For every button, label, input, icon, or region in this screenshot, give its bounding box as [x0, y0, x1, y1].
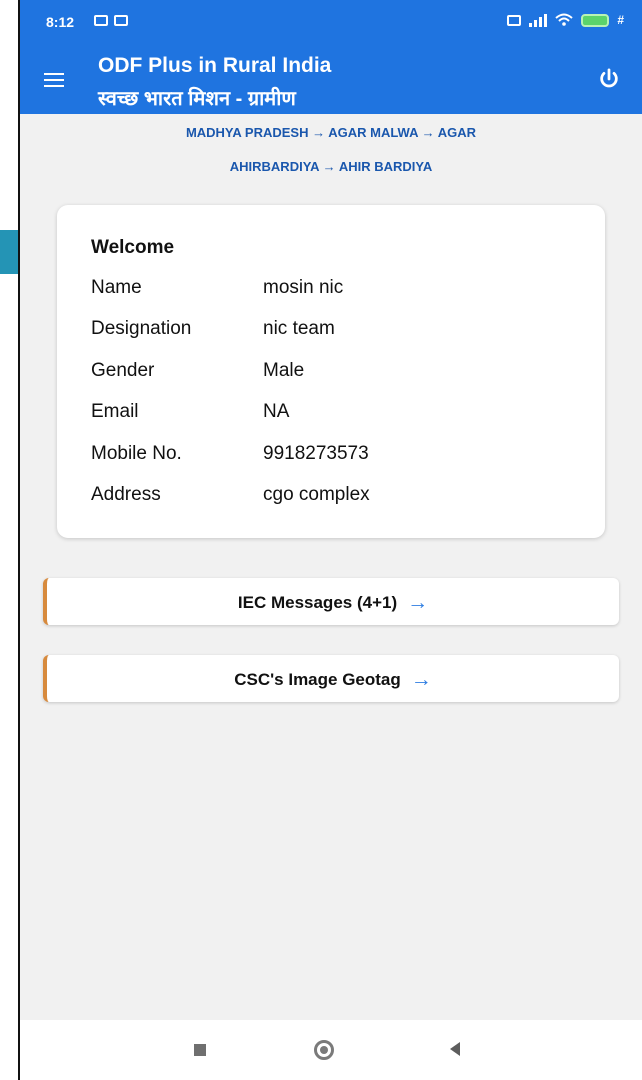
welcome-heading: Welcome — [91, 237, 175, 258]
arrow-right-icon: → — [407, 591, 429, 614]
status-bar: 8:12 # — [20, 0, 642, 44]
home-icon[interactable] — [314, 1040, 334, 1060]
profile-value: Male — [263, 360, 305, 381]
left-edge-strip — [0, 0, 18, 1080]
status-right-icons: # — [507, 13, 624, 27]
profile-label: Name — [91, 277, 142, 298]
profile-row-mobile: Mobile No. 9918273573 — [91, 443, 561, 483]
charging-icon: # — [617, 13, 624, 27]
profile-row-gender: Gender Male — [91, 360, 561, 400]
app-title: ODF Plus in Rural India — [98, 54, 332, 77]
sim-icon — [507, 14, 522, 26]
power-icon[interactable] — [598, 68, 620, 90]
profile-label: Address — [91, 484, 161, 505]
profile-label: Email — [91, 401, 139, 422]
recent-apps-icon[interactable] — [194, 1044, 206, 1056]
csc-image-geotag-button[interactable]: CSC's Image Geotag → — [43, 655, 619, 702]
profile-row-email: Email NA — [91, 401, 561, 441]
breadcrumb-line-2: AHIRBARDIYA → AHIR BARDIYA — [229, 159, 433, 174]
location-breadcrumb: MADHYA PRADESH → AGAR MALWA → AGAR AHIRB… — [20, 116, 642, 184]
profile-label: Mobile No. — [91, 443, 182, 464]
iec-messages-button[interactable]: IEC Messages (4+1) → — [43, 578, 619, 625]
status-time: 8:12 — [46, 14, 75, 30]
profile-label: Designation — [91, 318, 192, 339]
android-navigation-bar — [20, 1020, 642, 1080]
status-notification-icons — [94, 15, 128, 26]
profile-value: cgo complex — [263, 484, 370, 505]
wifi-icon — [555, 13, 573, 26]
calendar-icon — [94, 15, 108, 26]
profile-value: NA — [263, 401, 290, 422]
profile-label: Gender — [91, 360, 155, 381]
arrow-right-icon: → — [410, 668, 432, 691]
profile-value: 9918273573 — [263, 443, 369, 464]
breadcrumb-line-1: MADHYA PRADESH → AGAR MALWA → AGAR — [185, 125, 477, 140]
app-subtitle: स्वच्छ भारत मिशन - ग्रामीण — [98, 88, 296, 110]
iec-messages-label: IEC Messages (4+1) → — [237, 591, 429, 614]
profile-row-address: Address cgo complex — [91, 484, 561, 524]
hamburger-menu-icon[interactable] — [44, 73, 64, 87]
csc-image-geotag-label: CSC's Image Geotag → — [234, 668, 432, 691]
app-header: 8:12 # ODF Plus in Rural India स्वच्छ भा… — [20, 0, 642, 114]
phone-screen: 8:12 # ODF Plus in Rural India स्वच्छ भा… — [18, 0, 642, 1080]
profile-row-name: Name mosin nic — [91, 277, 561, 317]
profile-value: mosin nic — [263, 277, 344, 298]
profile-row-designation: Designation nic team — [91, 318, 561, 358]
profile-card: Welcome Name mosin nic Designation nic t… — [57, 205, 605, 538]
signal-icon — [529, 13, 548, 27]
battery-icon — [581, 13, 610, 27]
back-icon[interactable] — [450, 1042, 460, 1056]
message-icon — [114, 15, 128, 26]
profile-value: nic team — [263, 318, 335, 339]
teal-edge-marker — [0, 230, 18, 274]
